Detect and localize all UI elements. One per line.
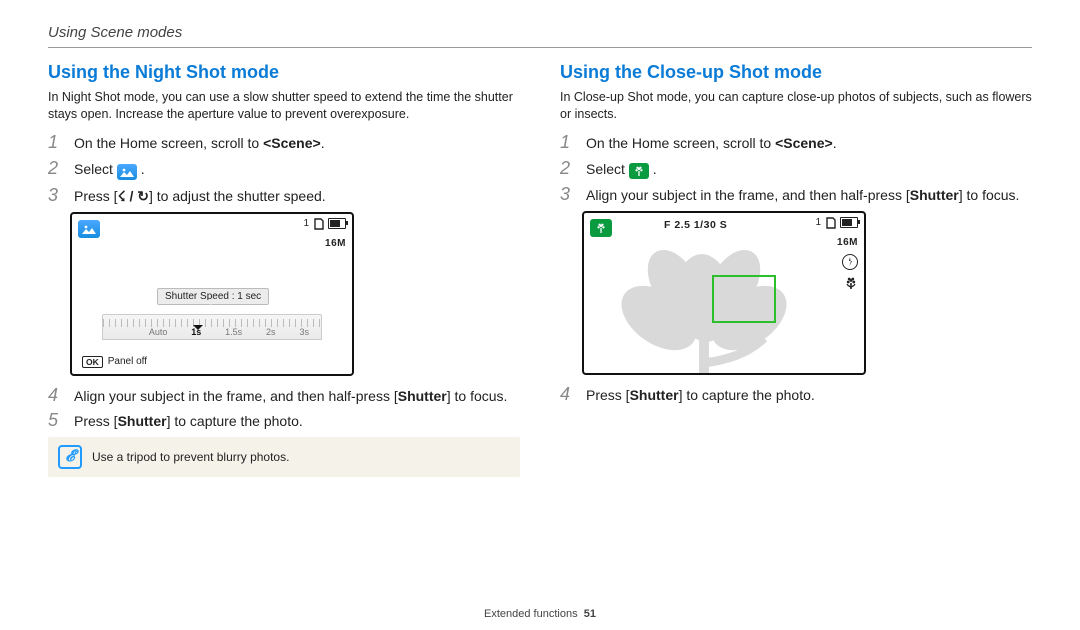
right-sidebar: 16M	[325, 238, 346, 249]
step-2: 2 Select .	[560, 159, 1032, 179]
columns: Using the Night Shot mode In Night Shot …	[48, 62, 1032, 477]
status-bar: 1	[303, 218, 346, 230]
step-text: Press [☇ / ↻] to adjust the shutter spee…	[74, 186, 326, 206]
flash-off-icon	[842, 254, 858, 270]
intro-night-shot: In Night Shot mode, you can use a slow s…	[48, 89, 520, 123]
sd-card-icon	[826, 217, 836, 229]
resolution-badge: 16M	[325, 238, 346, 249]
chapter-title: Using Scene modes	[48, 24, 1032, 48]
battery-icon	[328, 218, 346, 229]
shot-count: 1	[303, 218, 310, 229]
step-4: 4 Press [Shutter] to capture the photo.	[560, 385, 1032, 405]
heading-night-shot: Using the Night Shot mode	[48, 62, 520, 83]
step-text: On the Home screen, scroll to <Scene>.	[74, 133, 325, 153]
step-text: Select .	[586, 159, 657, 179]
step-text: Select .	[74, 159, 145, 180]
step-3: 3 Align your subject in the frame, and t…	[560, 185, 1032, 205]
aperture-readout: F 2.5 1/30 S	[664, 219, 727, 231]
step-number: 1	[48, 133, 66, 153]
step-4: 4 Align your subject in the frame, and t…	[48, 386, 520, 406]
step-text: Press [Shutter] to capture the photo.	[586, 385, 815, 405]
flower-icon	[629, 163, 649, 179]
step-number: 2	[48, 159, 66, 180]
right-sidebar: 16M	[837, 237, 858, 293]
sd-card-icon	[314, 218, 324, 230]
lcd-preview-closeup: F 2.5 1/30 S 1 16M	[582, 211, 866, 375]
step-text: Align your subject in the frame, and the…	[74, 386, 507, 406]
tip-box: 𝓔 Use a tripod to prevent blurry photos.	[48, 437, 520, 477]
battery-icon	[840, 217, 858, 228]
col-night-shot: Using the Night Shot mode In Night Shot …	[48, 62, 520, 477]
heading-closeup-shot: Using the Close-up Shot mode	[560, 62, 1032, 83]
step-1: 1 On the Home screen, scroll to <Scene>.	[560, 133, 1032, 153]
panel-off-label: Panel off	[108, 356, 147, 367]
panel-off-hint: OK Panel off	[82, 356, 147, 368]
shutter-tooltip: Shutter Speed : 1 sec	[157, 288, 269, 305]
footer-page: 51	[584, 608, 596, 620]
resolution-badge: 16M	[837, 237, 858, 248]
footer-section: Extended functions	[484, 608, 578, 620]
tip-icon: 𝓔	[58, 445, 82, 469]
tip-text: Use a tripod to prevent blurry photos.	[92, 450, 289, 464]
page: Using Scene modes Using the Night Shot m…	[48, 24, 1032, 610]
step-number: 3	[48, 186, 66, 206]
step-2: 2 Select .	[48, 159, 520, 180]
mode-flower-icon	[590, 219, 612, 237]
shot-count: 1	[815, 217, 822, 228]
col-closeup-shot: Using the Close-up Shot mode In Close-up…	[560, 62, 1032, 477]
step-number: 5	[48, 411, 66, 431]
step-5: 5 Press [Shutter] to capture the photo.	[48, 411, 520, 431]
step-1: 1 On the Home screen, scroll to <Scene>.	[48, 133, 520, 153]
step-text: On the Home screen, scroll to <Scene>.	[586, 133, 837, 153]
step-text: Press [Shutter] to capture the photo.	[74, 411, 303, 431]
step-number: 3	[560, 185, 578, 205]
macro-icon	[844, 276, 858, 290]
mode-landscape-icon	[78, 220, 100, 238]
page-footer: Extended functions 51	[0, 608, 1080, 620]
step-number: 2	[560, 159, 578, 179]
shutter-ruler: Auto 1s 1.5s 2s 3s	[102, 314, 322, 340]
step-3: 3 Press [☇ / ↻] to adjust the shutter sp…	[48, 186, 520, 206]
step-text: Align your subject in the frame, and the…	[586, 185, 1019, 205]
lcd-preview-night: 1 16M Shutter Speed : 1 sec Auto 1s 1.5s…	[70, 212, 354, 376]
flash-timer-icon: ☇ / ↻	[118, 188, 149, 204]
intro-closeup-shot: In Close-up Shot mode, you can capture c…	[560, 89, 1032, 123]
step-number: 4	[48, 386, 66, 406]
step-number: 1	[560, 133, 578, 153]
status-bar: 1	[815, 217, 858, 229]
ok-button-icon: OK	[82, 356, 103, 368]
focus-rectangle	[712, 275, 776, 323]
step-number: 4	[560, 385, 578, 405]
landscape-icon	[117, 164, 137, 180]
